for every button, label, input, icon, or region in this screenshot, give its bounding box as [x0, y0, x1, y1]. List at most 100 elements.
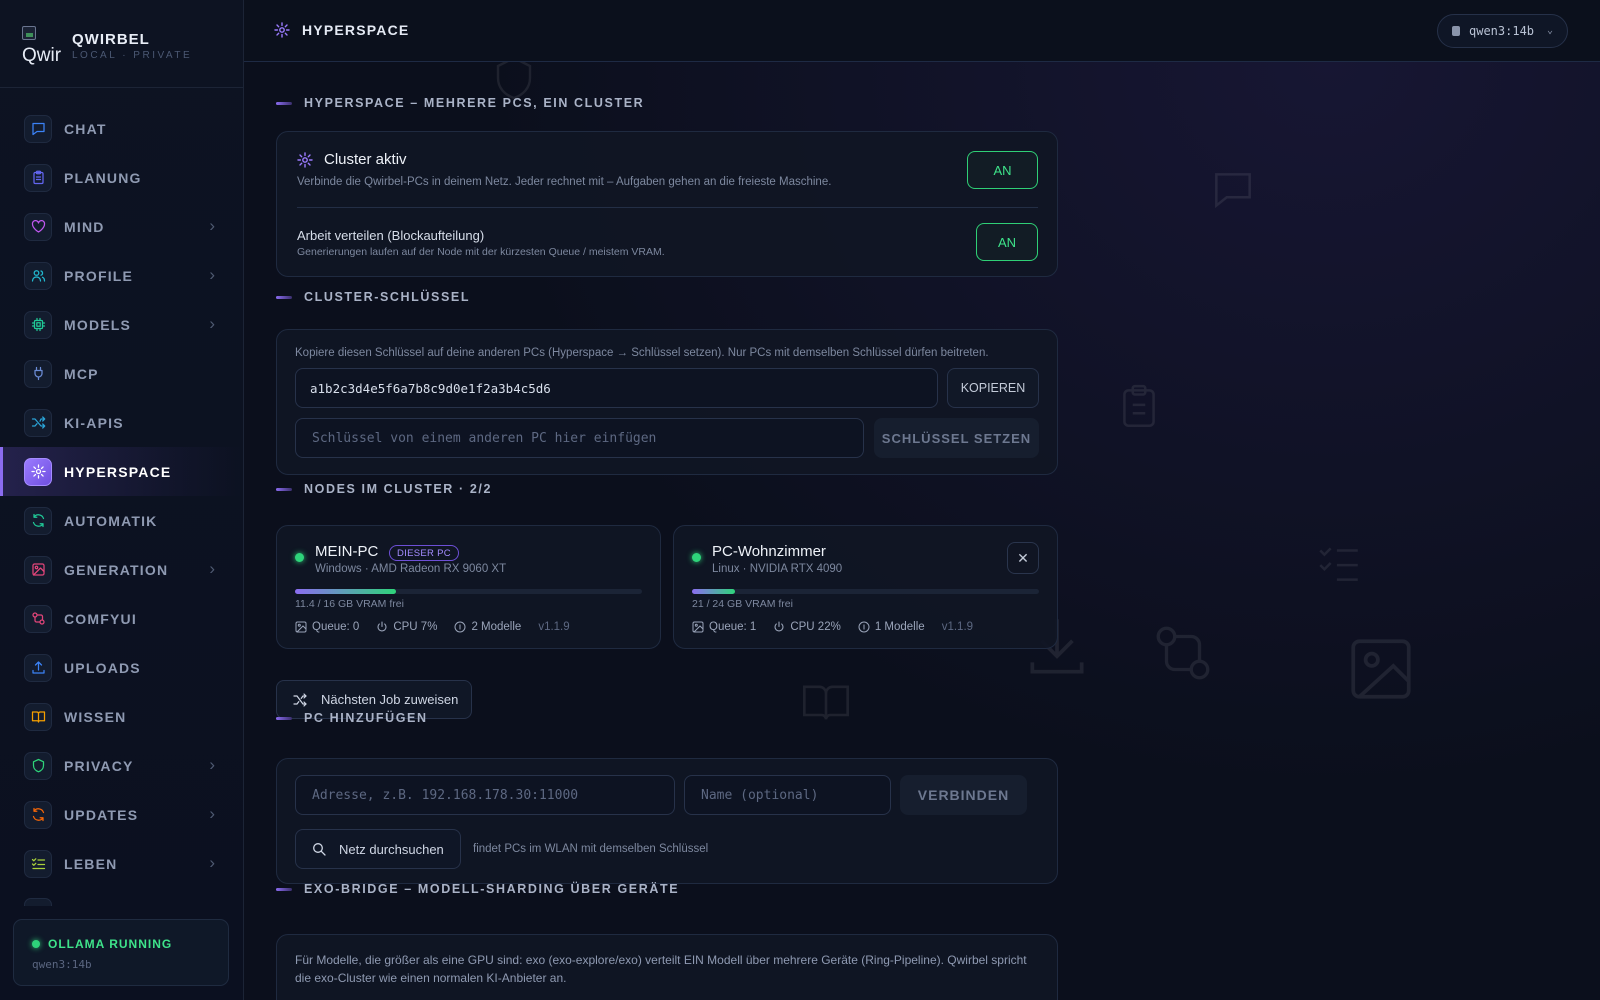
node-name: PC-Wohnzimmer [712, 543, 826, 560]
copy-key-button[interactable]: KOPIEREN [947, 368, 1039, 408]
node-models: 2 Modelle [471, 621, 522, 633]
section-title: HYPERSPACE – MEHRERE PCS, EIN CLUSTER [304, 96, 645, 110]
sidebar-item-partial[interactable] [24, 898, 52, 906]
chevron-down-icon: ⌄ [1546, 25, 1553, 36]
chevron-right-icon: › [209, 559, 215, 578]
sidebar: Qwir QWIRBEL LOCAL · PRIVATE CHAT PLANUNG… [0, 0, 244, 1000]
sparkle-icon [297, 152, 313, 168]
heart-icon [24, 212, 52, 241]
paste-key-input[interactable]: Schlüssel von einem anderen PC hier einf… [295, 418, 864, 458]
power-icon [377, 621, 387, 632]
sidebar-item-planung[interactable]: PLANUNG [0, 153, 243, 202]
node-stats: Queue: 1 CPU 22% 1 Modelle v1.1.9 [692, 621, 973, 633]
cluster-active-title: Cluster aktiv [324, 151, 407, 168]
sidebar-item-label: GENERATION [64, 561, 169, 578]
node-queue: Queue: 1 [709, 621, 757, 633]
distribute-title: Arbeit verteilen (Blockaufteilung) [297, 228, 485, 243]
node-cpu: CPU 7% [393, 621, 438, 633]
sidebar-item-profile[interactable]: PROFILE › [0, 251, 243, 300]
cluster-key-field[interactable]: a1b2c3d4e5f6a7b8c9d0e1f2a3b4c5d6 [295, 368, 938, 408]
shuffle-icon [293, 692, 307, 707]
chevron-right-icon: › [209, 804, 215, 823]
node-online-dot [692, 553, 701, 562]
brand[interactable]: Qwir QWIRBEL LOCAL · PRIVATE [20, 26, 192, 66]
chevron-right-icon: › [209, 755, 215, 774]
remove-node-button[interactable]: ✕ [1007, 542, 1039, 574]
sidebar-item-label: HYPERSPACE [64, 463, 172, 480]
sidebar-item-label: UPDATES [64, 806, 139, 823]
model-select[interactable]: qwen3:14b ⌄ [1437, 14, 1568, 48]
sidebar-item-automatik[interactable]: AUTOMATIK [0, 496, 243, 545]
search-icon [313, 843, 326, 856]
exo-description: Für Modelle, die größer als eine GPU sin… [295, 953, 1027, 985]
chevron-right-icon: › [209, 216, 215, 235]
sidebar-item-comfyui[interactable]: COMFYUI [0, 594, 243, 643]
background-image-icon [1351, 639, 1411, 699]
power-icon [774, 621, 784, 632]
users-icon [24, 261, 52, 290]
scan-network-button[interactable]: Netz durchsuchen [295, 829, 461, 869]
cluster-key-card: Kopiere diesen Schlüssel auf deine ander… [276, 329, 1058, 475]
shield-icon [24, 751, 52, 780]
sidebar-item-ki-apis[interactable]: KI-APIS [0, 398, 243, 447]
sidebar-item-hyperspace[interactable]: HYPERSPACE [0, 447, 243, 496]
brand-logo-text: Qwir [22, 45, 62, 66]
distribute-desc: Generierungen laufen auf der Node mit de… [297, 246, 665, 258]
background-clipboard-icon [1123, 384, 1155, 427]
node-online-dot [295, 553, 304, 562]
sidebar-item-wissen[interactable]: WISSEN [0, 692, 243, 741]
cluster-settings-card: Cluster aktiv Verbinde die Qwirbel-PCs i… [276, 131, 1058, 277]
vram-text: 11.4 / 16 GB VRAM frei [295, 598, 404, 610]
sidebar-item-label: PLANUNG [64, 169, 142, 186]
sidebar-item-models[interactable]: MODELS › [0, 300, 243, 349]
image-icon [24, 555, 52, 584]
sidebar-item-chat[interactable]: CHAT [0, 104, 243, 153]
node-stats: Queue: 0 CPU 7% 2 Modelle v1.1.9 [295, 621, 570, 633]
section-header-add-pc: PC HINZUFÜGEN [276, 711, 428, 725]
page-title: HYPERSPACE [274, 22, 409, 38]
background-chat-icon [1215, 173, 1251, 209]
vram-text: 21 / 24 GB VRAM frei [692, 598, 793, 610]
set-key-button[interactable]: SCHLÜSSEL SETZEN [874, 418, 1039, 458]
chevron-right-icon: › [209, 853, 215, 872]
node-version: v1.1.9 [538, 621, 570, 633]
cpu-icon [24, 310, 52, 339]
cluster-active-desc: Verbinde die Qwirbel-PCs in deinem Netz.… [297, 176, 832, 188]
node-os: Windows · AMD Radeon RX 9060 XT [315, 563, 507, 575]
chevron-right-icon: › [209, 265, 215, 284]
sidebar-item-label: PRIVACY [64, 757, 134, 774]
key-hint: Kopiere diesen Schlüssel auf deine ander… [295, 347, 989, 359]
section-title: CLUSTER-SCHLÜSSEL [304, 290, 471, 304]
node-queue: Queue: 0 [312, 621, 360, 633]
section-header-key: CLUSTER-SCHLÜSSEL [276, 290, 470, 304]
sidebar-item-leben[interactable]: LEBEN › [0, 839, 243, 888]
book-icon [24, 702, 52, 731]
background-workflow-icon [1156, 626, 1210, 680]
sparkle-icon [24, 457, 52, 486]
sidebar-item-privacy[interactable]: PRIVACY › [0, 741, 243, 790]
sidebar-item-label: MODELS [64, 316, 132, 333]
section-title: PC HINZUFÜGEN [304, 711, 428, 725]
connect-button[interactable]: VERBINDEN [900, 775, 1027, 815]
vram-bar [692, 589, 1039, 594]
distribute-toggle[interactable]: AN [976, 223, 1038, 261]
name-input[interactable]: Name (optional) [684, 775, 891, 815]
address-input[interactable]: Adresse, z.B. 192.168.178.30:11000 [295, 775, 675, 815]
node-card-mein-pc: MEIN-PC DIESER PC Windows · AMD Radeon R… [276, 525, 661, 649]
section-title: NODES IM CLUSTER · 2/2 [304, 482, 492, 496]
sidebar-item-uploads[interactable]: UPLOADS [0, 643, 243, 692]
sidebar-item-mind[interactable]: MIND › [0, 202, 243, 251]
plug-icon [24, 359, 52, 388]
sidebar-item-mcp[interactable]: MCP [0, 349, 243, 398]
vram-bar [295, 589, 642, 594]
this-pc-badge: DIESER PC [389, 545, 459, 561]
chip-icon [1452, 26, 1460, 36]
status-dot [32, 940, 40, 948]
status-model: qwen3:14b [32, 958, 92, 971]
cluster-active-toggle[interactable]: AN [967, 151, 1038, 189]
sidebar-item-label: KI-APIS [64, 414, 124, 431]
sidebar-item-updates[interactable]: UPDATES › [0, 790, 243, 839]
section-header-nodes: NODES IM CLUSTER · 2/2 [276, 482, 492, 496]
checklist-icon [24, 849, 52, 878]
sidebar-item-generation[interactable]: GENERATION › [0, 545, 243, 594]
